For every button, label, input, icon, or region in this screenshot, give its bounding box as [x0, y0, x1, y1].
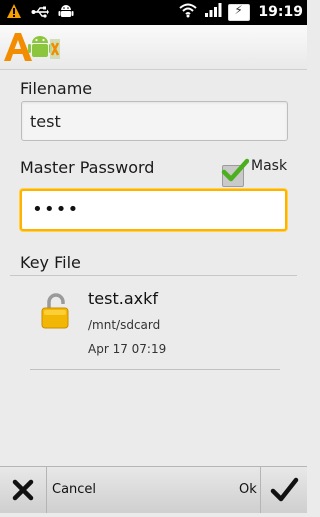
list-divider — [30, 369, 280, 370]
status-bar-notifications — [6, 3, 74, 23]
filename-input[interactable] — [22, 102, 287, 140]
android-debug-icon — [58, 3, 74, 23]
filename-label: Filename — [20, 79, 93, 98]
warning-icon — [6, 3, 22, 23]
signal-icon — [204, 2, 222, 22]
bottom-action-bar: Cancel Ok — [0, 466, 307, 513]
ok-button[interactable]: Ok — [239, 482, 257, 497]
app-header — [0, 25, 307, 70]
usb-icon — [31, 4, 49, 23]
master-password-label: Master Password — [20, 158, 155, 177]
battery-charging-icon: ⚡ — [228, 3, 251, 21]
mask-checkbox[interactable] — [221, 158, 249, 187]
key-file-item[interactable]: test.axkf /mnt/sdcard Apr 17 07:19 — [24, 285, 282, 370]
cancel-button[interactable]: Cancel — [52, 482, 96, 497]
wifi-icon — [178, 2, 198, 22]
filename-field[interactable] — [21, 101, 288, 141]
status-bar-system: ⚡ 19:19 — [178, 2, 303, 22]
padlock-open-icon — [40, 293, 72, 333]
master-password-field[interactable]: •••• — [20, 189, 287, 231]
mask-label: Mask — [251, 158, 288, 174]
app-logo — [2, 31, 62, 63]
close-icon — [12, 479, 34, 501]
status-clock: 19:19 — [258, 4, 303, 20]
key-file-path: /mnt/sdcard — [88, 318, 161, 332]
section-divider — [10, 275, 297, 276]
key-file-date: Apr 17 07:19 — [88, 342, 167, 356]
keyfile-form: Filename Master Password Mask •••• Key F… — [0, 70, 307, 466]
key-file-label: Key File — [20, 253, 81, 272]
master-password-input[interactable]: •••• — [32, 199, 79, 220]
ok-icon-button[interactable] — [260, 467, 307, 513]
key-file-name: test.axkf — [88, 289, 158, 308]
checkmark-icon — [221, 158, 249, 182]
status-bar: ⚡ 19:19 — [0, 0, 307, 25]
check-icon — [270, 477, 299, 502]
cancel-icon-button[interactable] — [0, 467, 47, 513]
